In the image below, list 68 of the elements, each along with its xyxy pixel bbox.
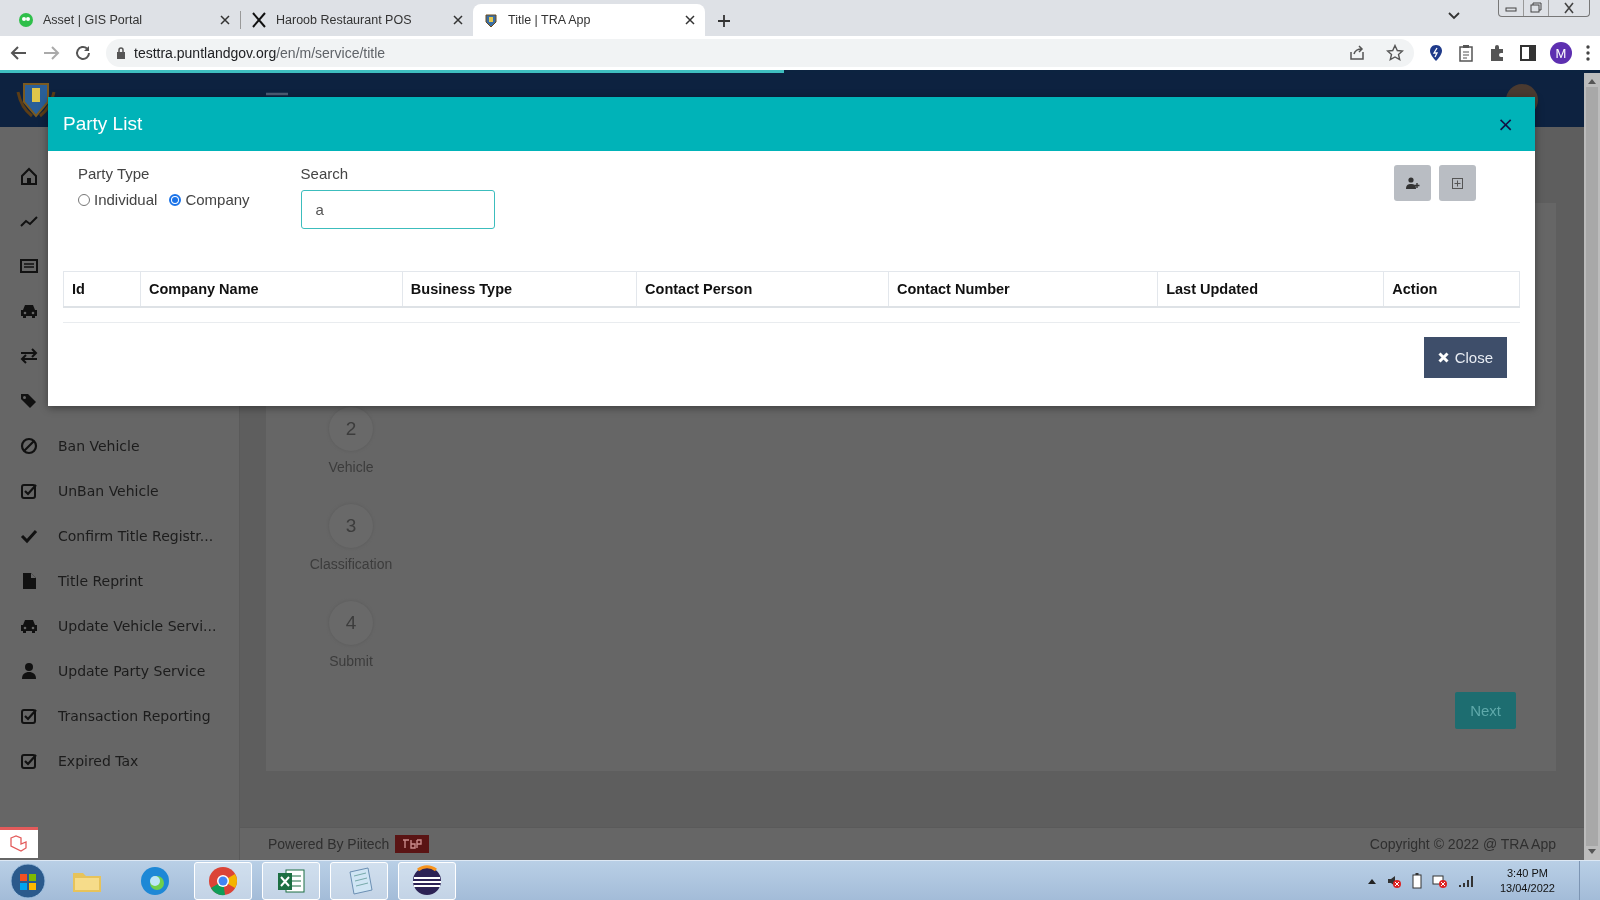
close-icon (1437, 352, 1449, 363)
signal-icon[interactable] (1457, 873, 1474, 888)
close-icon[interactable] (685, 15, 695, 25)
battery-icon[interactable] (1411, 872, 1422, 889)
checkbox-icon (20, 706, 38, 725)
person-icon (20, 661, 38, 680)
address-bar[interactable]: testtra.puntlandgov.org/en/m/service/title (106, 39, 1414, 67)
arrows-icon[interactable] (20, 346, 38, 365)
column-header: Contact Person (636, 271, 889, 307)
browser-tab[interactable]: Haroob Restaurant POS (241, 4, 473, 36)
extension-icon[interactable] (1428, 44, 1444, 62)
eclipse-icon (410, 863, 444, 898)
emblem-icon (483, 12, 499, 28)
cube-icon (9, 834, 29, 854)
debug-toolbar-button[interactable] (0, 827, 38, 858)
scroll-up-icon[interactable] (1587, 77, 1597, 85)
radio-option[interactable]: Individual (78, 191, 158, 208)
list-icon[interactable] (20, 256, 38, 275)
field-label: Search (300, 165, 350, 182)
network-error-icon[interactable] (1431, 872, 1448, 889)
browser-tab[interactable]: Title | TRA App (473, 4, 705, 36)
browser-tab[interactable]: Asset | GIS Portal (8, 4, 240, 36)
column-header: Last Updated (1157, 271, 1384, 307)
expand-button[interactable] (1439, 165, 1476, 201)
taskbar-clock[interactable]: 3:40 PM 13/04/2022 (1499, 865, 1555, 896)
checkbox-icon (20, 751, 38, 770)
close-icon[interactable] (453, 15, 463, 25)
plus-square-icon (1452, 177, 1463, 189)
scrollbar[interactable] (1584, 73, 1600, 860)
close-button[interactable]: Close (1423, 337, 1507, 378)
field-label: Party Type (78, 165, 151, 182)
profile-avatar[interactable]: M (1550, 42, 1572, 64)
more-icon[interactable] (1586, 45, 1590, 61)
lock-icon (116, 47, 126, 59)
file-icon (20, 571, 38, 590)
url-text: testtra.puntlandgov.org/en/m/service/title (134, 45, 387, 61)
tags-icon[interactable] (20, 391, 38, 410)
side-panel-icon[interactable] (1520, 45, 1536, 61)
search-field[interactable]: a (300, 190, 495, 229)
back-icon[interactable] (10, 44, 28, 62)
new-tab-icon[interactable] (717, 14, 731, 28)
taskbar-button[interactable] (398, 861, 456, 900)
star-icon[interactable] (1386, 44, 1404, 62)
column-header: Company Name (140, 271, 403, 307)
home-icon[interactable] (20, 166, 38, 185)
close-icon[interactable] (220, 15, 230, 25)
ban-icon (20, 436, 38, 455)
add-person-button[interactable] (1394, 165, 1431, 201)
add-person-icon (1405, 177, 1420, 189)
close-button[interactable]: × (1491, 112, 1520, 136)
tray-expand-icon[interactable] (1367, 877, 1376, 884)
taskbar-button[interactable] (262, 861, 320, 900)
reload-icon[interactable] (74, 44, 92, 62)
share-icon[interactable] (1348, 44, 1366, 62)
checkbox-icon (20, 481, 38, 500)
column-header: Business Type (402, 271, 637, 307)
cutlery-icon (251, 12, 267, 28)
dialog-title: Party List (63, 113, 143, 135)
clipboard-icon[interactable] (1458, 44, 1474, 62)
column-header: Action (1383, 271, 1520, 307)
scroll-down-icon[interactable] (1587, 848, 1597, 856)
dropdown-icon[interactable] (1448, 12, 1460, 20)
logo-mark-icon (402, 839, 423, 849)
puzzle-icon[interactable] (1488, 44, 1506, 62)
radio-option[interactable]: Company (169, 191, 250, 208)
column-header: Id (63, 271, 141, 307)
column-header: Contact Number (888, 271, 1158, 307)
start-button-icon[interactable] (8, 860, 48, 900)
